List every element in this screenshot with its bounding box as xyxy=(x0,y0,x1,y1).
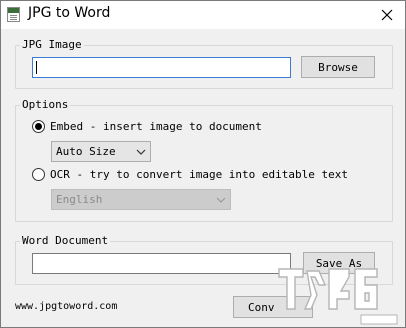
image-size-select[interactable]: Auto Size xyxy=(51,141,151,162)
ocr-radio[interactable] xyxy=(32,168,45,181)
ocr-radio-label: OCR - try to convert image into editable… xyxy=(50,168,349,181)
app-window: JPG to Word JPG Image Browse Options Emb… xyxy=(0,0,406,328)
text-caret xyxy=(36,61,37,74)
embed-radio-option[interactable]: Embed - insert image to document xyxy=(32,120,262,133)
title-bar: JPG to Word xyxy=(1,1,405,29)
close-icon xyxy=(381,9,393,21)
browse-button[interactable]: Browse xyxy=(301,56,375,78)
window-title: JPG to Word xyxy=(28,5,111,21)
embed-radio-label: Embed - insert image to document xyxy=(50,120,262,133)
close-button[interactable] xyxy=(369,1,405,29)
watermark-logo xyxy=(278,268,398,325)
app-icon xyxy=(7,7,20,22)
word-document-path-input[interactable] xyxy=(32,253,291,274)
jpg-image-path-input[interactable] xyxy=(32,57,291,78)
embed-radio[interactable] xyxy=(32,120,45,133)
chevron-down-icon xyxy=(216,197,226,203)
word-document-group-label: Word Document xyxy=(20,234,111,247)
options-group-label: Options xyxy=(20,98,71,111)
chevron-down-icon xyxy=(136,149,146,155)
website-link[interactable]: www.jpgtoword.com xyxy=(15,301,117,312)
image-size-value: Auto Size xyxy=(56,145,116,158)
ocr-radio-option[interactable]: OCR - try to convert image into editable… xyxy=(32,168,348,181)
ocr-language-select: English xyxy=(51,189,231,210)
ocr-language-value: English xyxy=(56,193,103,206)
jpg-image-group-label: JPG Image xyxy=(20,38,84,51)
